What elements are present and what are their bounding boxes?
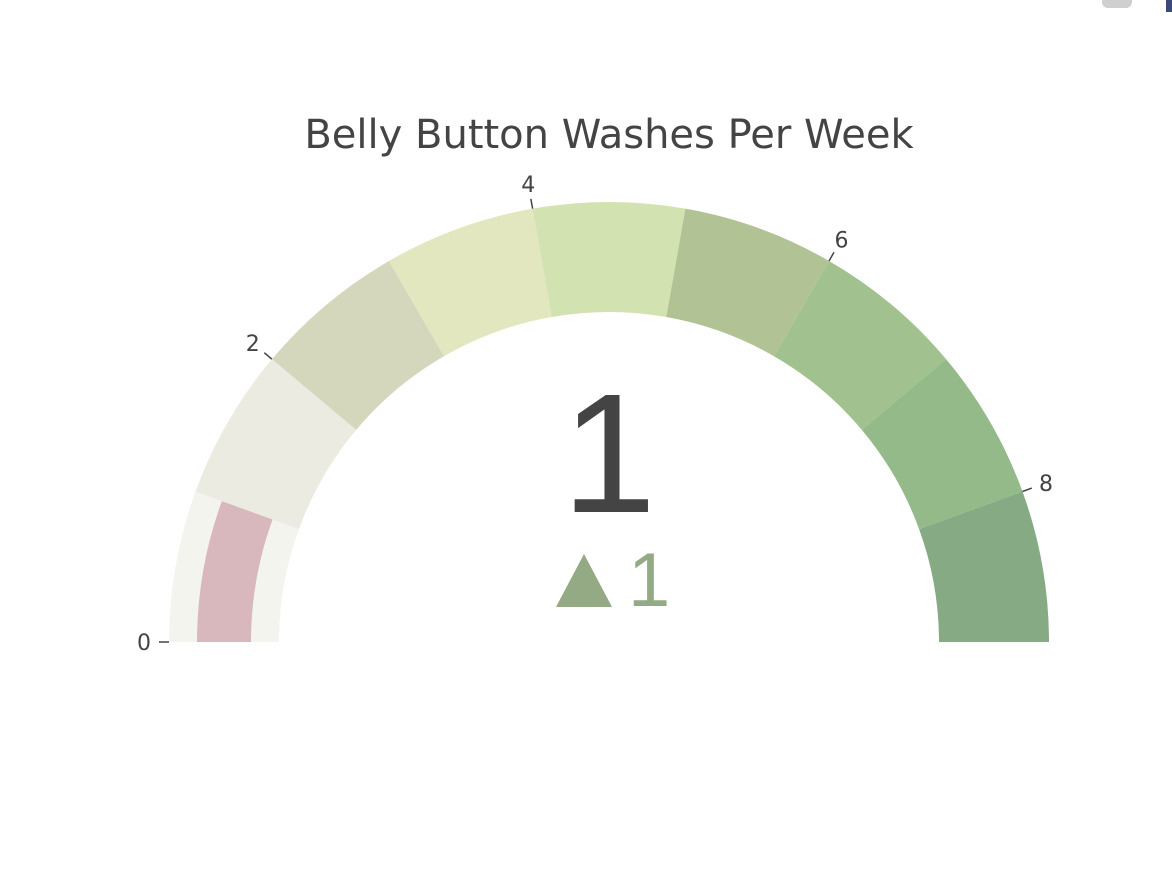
gauge-tick-2: [263, 352, 273, 360]
gauge-tick-label-8: 8: [1039, 472, 1053, 497]
gauge-tick-label-2: 2: [246, 332, 260, 357]
chart-title: Belly Button Washes Per Week: [304, 112, 914, 158]
gauge-delta-value: 1: [628, 538, 670, 623]
gauge-tick-8: [1022, 487, 1033, 493]
gauge-tick-6: [828, 251, 835, 262]
gauge-chart: Belly Button Washes Per Week 0 2 4 6 8 1 1: [137, 112, 1053, 656]
gauge-tick-label-4: 4: [521, 173, 535, 198]
gauge-tick-label-6: 6: [835, 228, 849, 253]
gauge-tick-4: [530, 198, 534, 209]
delta-up-triangle-icon: [556, 554, 612, 607]
gauge-value: 1: [562, 359, 657, 549]
gauge-step-4: [532, 201, 686, 318]
gauge-tick-label-0: 0: [137, 631, 151, 656]
